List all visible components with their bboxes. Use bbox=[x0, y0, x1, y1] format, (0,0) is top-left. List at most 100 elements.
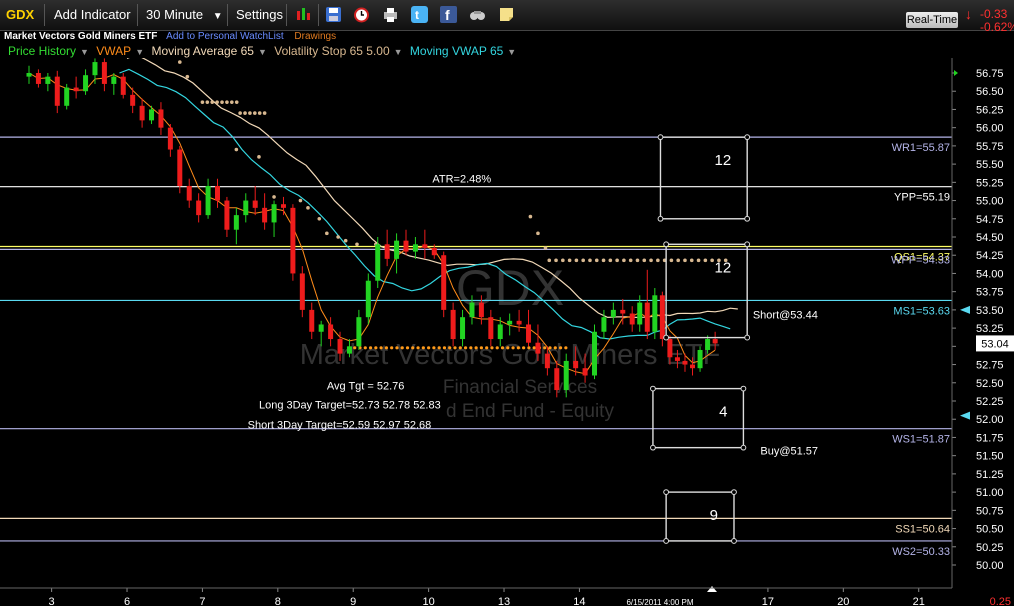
box-handle[interactable] bbox=[744, 215, 751, 222]
volatility-stop-dot bbox=[248, 111, 252, 115]
target-dot bbox=[353, 346, 357, 350]
cursor-triangle-icon[interactable] bbox=[707, 586, 717, 592]
y-tick-label: 56.25 bbox=[976, 104, 1004, 116]
volatility-stop-dot bbox=[656, 258, 660, 263]
volatility-stop-dot bbox=[272, 195, 276, 199]
y-tick-label: 50.75 bbox=[976, 505, 1004, 517]
y-tick-label: 50.25 bbox=[976, 542, 1004, 554]
chevron-down-icon[interactable]: ▼ bbox=[258, 47, 267, 57]
corner-value: 0.25 bbox=[990, 596, 1011, 606]
candle-body bbox=[652, 295, 658, 332]
y-tick-label: 56.75 bbox=[976, 68, 1004, 80]
y-tick-label: 51.75 bbox=[976, 432, 1004, 444]
volatility-stop-dot bbox=[210, 100, 215, 104]
candle-body bbox=[299, 273, 305, 310]
box-handle[interactable] bbox=[744, 134, 751, 141]
legend-moving-average[interactable]: Moving Average 65 bbox=[151, 44, 254, 58]
candle-body bbox=[450, 309, 456, 340]
change-percent: -0.62% bbox=[980, 20, 1014, 34]
target-dot bbox=[411, 346, 415, 350]
candle-body bbox=[158, 109, 164, 128]
candle-body bbox=[233, 215, 239, 230]
twitter-icon[interactable]: t bbox=[411, 6, 428, 23]
add-watchlist-link[interactable]: Add to Personal WatchList bbox=[166, 31, 283, 42]
box-handle[interactable] bbox=[740, 444, 747, 451]
add-indicator-button[interactable]: Add Indicator bbox=[54, 5, 131, 25]
box-handle[interactable] bbox=[657, 215, 664, 222]
target-box bbox=[659, 136, 748, 220]
chevron-down-icon[interactable]: ▼ bbox=[80, 47, 89, 57]
box-number: 12 bbox=[714, 259, 731, 276]
volatility-stop-dot bbox=[536, 231, 540, 236]
candle-body bbox=[384, 244, 390, 259]
binoculars-icon[interactable] bbox=[469, 6, 486, 23]
note-icon[interactable] bbox=[498, 6, 515, 23]
volatility-stop-dot bbox=[642, 258, 647, 263]
target-dot bbox=[469, 346, 473, 350]
y-tick-label: 54.25 bbox=[976, 250, 1004, 262]
save-icon[interactable] bbox=[325, 6, 342, 23]
candle-body bbox=[73, 87, 79, 92]
volatility-stop-dot bbox=[567, 258, 572, 263]
candle-body bbox=[629, 313, 635, 325]
candle-body bbox=[139, 105, 145, 121]
box-handle[interactable] bbox=[650, 385, 656, 392]
box-handle[interactable] bbox=[744, 334, 751, 341]
target-dot bbox=[495, 346, 499, 350]
legend-volatility-stop[interactable]: Volatility Stop 65 5.00 bbox=[274, 44, 389, 58]
candle-body bbox=[592, 331, 597, 376]
candle-body bbox=[186, 185, 192, 201]
target-box bbox=[652, 387, 745, 449]
legend-moving-vwap[interactable]: Moving VWAP 65 bbox=[410, 44, 503, 58]
chevron-down-icon[interactable]: ▼ bbox=[507, 47, 516, 57]
box-handle[interactable] bbox=[657, 134, 664, 141]
target-dot bbox=[437, 346, 441, 350]
facebook-icon[interactable]: f bbox=[440, 6, 457, 23]
box-handle[interactable] bbox=[740, 385, 747, 392]
symbol-label[interactable]: GDX bbox=[6, 5, 34, 25]
chevron-down-icon[interactable]: ▼ bbox=[394, 47, 403, 57]
target-dot bbox=[458, 346, 462, 350]
candle-body bbox=[705, 339, 711, 350]
box-handle[interactable] bbox=[663, 334, 670, 341]
candle-body bbox=[544, 353, 550, 369]
price-chart[interactable]: GDX Market Vectors Gold Miners ETF Finan… bbox=[0, 58, 1014, 606]
candle-body bbox=[682, 360, 688, 365]
candle-body bbox=[375, 244, 381, 281]
settings-button[interactable]: Settings bbox=[236, 5, 283, 25]
y-tick-label: 55.75 bbox=[976, 141, 1004, 153]
target-dot bbox=[543, 346, 547, 350]
candle-body bbox=[26, 73, 32, 77]
volatility-stop-dot bbox=[554, 258, 558, 263]
box-handle[interactable] bbox=[731, 538, 737, 544]
legend-vwap[interactable]: VWAP bbox=[96, 44, 131, 58]
alarm-clock-icon[interactable] bbox=[353, 6, 370, 23]
box-handle[interactable] bbox=[663, 489, 670, 496]
chart-type-icon[interactable] bbox=[295, 6, 312, 23]
interval-dropdown[interactable]: 30 Minute ▼ bbox=[146, 5, 223, 25]
box-handle[interactable] bbox=[731, 489, 737, 496]
target-dot bbox=[390, 346, 394, 350]
drawings-link[interactable]: Drawings bbox=[294, 31, 336, 42]
target-dot bbox=[379, 346, 383, 350]
target-dot bbox=[448, 346, 452, 350]
toolbar-divider bbox=[44, 4, 45, 26]
realtime-button[interactable]: Real-Time bbox=[906, 12, 958, 28]
volatility-stop-dot bbox=[220, 100, 224, 104]
box-handle[interactable] bbox=[663, 538, 670, 544]
legend-price-history[interactable]: Price History bbox=[8, 44, 76, 58]
target-dot bbox=[453, 346, 457, 350]
box-handle[interactable] bbox=[650, 444, 656, 451]
candle-body bbox=[697, 349, 703, 369]
chevron-down-icon[interactable]: ▼ bbox=[135, 47, 144, 57]
print-icon[interactable] bbox=[382, 6, 399, 23]
subheader: Market Vectors Gold Miners ETF Add to Pe… bbox=[4, 30, 336, 43]
box-handle[interactable] bbox=[744, 241, 751, 248]
volatility-stop-dot bbox=[615, 258, 619, 263]
box-handle[interactable] bbox=[663, 241, 670, 248]
candle-body bbox=[252, 200, 258, 208]
candle-body bbox=[35, 73, 41, 84]
y-tick-label: 54.75 bbox=[976, 214, 1004, 226]
y-tick-label: 52.50 bbox=[976, 378, 1004, 390]
candle-body bbox=[497, 324, 503, 340]
